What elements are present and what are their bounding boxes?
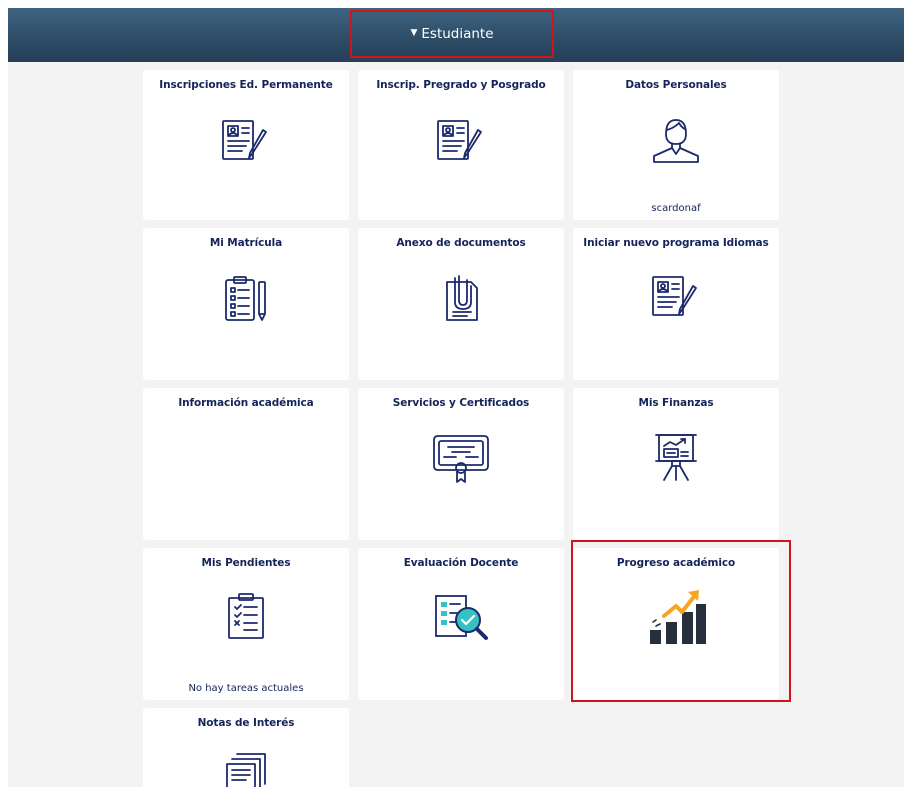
form-pencil-icon (435, 118, 487, 166)
student-portal: ▼ Estudiante Inscripciones Ed. Permanent… (8, 8, 904, 787)
tile-inscripciones-ed-permanente[interactable]: Inscripciones Ed. Permanente (143, 70, 349, 220)
growth-chart-icon (644, 588, 708, 650)
tile-servicios-y-certificados[interactable]: Servicios y Certificados (358, 388, 564, 540)
tile-title: Progreso académico (616, 557, 736, 569)
estudiante-label: Estudiante (421, 26, 494, 42)
tile-mis-pendientes[interactable]: Mis Pendientes No hay tareas actuales (143, 548, 349, 700)
form-pencil-icon (650, 274, 702, 322)
tile-informacion-academica[interactable]: Información académica (143, 388, 349, 540)
tile-anexo-de-documentos[interactable]: Anexo de documentos (358, 228, 564, 380)
tile-title: Notas de Interés (197, 717, 295, 729)
header-bar: ▼ Estudiante (8, 8, 904, 62)
tile-title: Inscrip. Pregrado y Posgrado (376, 79, 546, 91)
tile-iniciar-nuevo-programa-idiomas[interactable]: Iniciar nuevo programa Idiomas (573, 228, 779, 380)
tile-evaluacion-docente[interactable]: Evaluación Docente (358, 548, 564, 700)
tile-title: Iniciar nuevo programa Idiomas (583, 237, 769, 249)
clipboard-list-pen-icon (222, 274, 270, 328)
user-profile-icon (648, 114, 704, 170)
tile-notas-de-interes[interactable]: Notas de Interés (143, 708, 349, 787)
tile-datos-personales[interactable]: Datos Personales scardonaf (573, 70, 779, 220)
tile-title: Datos Personales (625, 79, 727, 91)
stacked-documents-icon (221, 750, 271, 787)
tile-title: Mis Finanzas (638, 397, 714, 409)
tile-title: Mis Pendientes (201, 557, 291, 569)
tile-mis-finanzas[interactable]: Mis Finanzas (573, 388, 779, 540)
paperclip-document-icon (439, 272, 483, 328)
tile-title: Servicios y Certificados (392, 397, 530, 409)
certificate-icon (430, 432, 492, 490)
form-pencil-icon (220, 118, 272, 166)
tile-mi-matricula[interactable]: Mi Matrícula (143, 228, 349, 380)
tile-title: Anexo de documentos (396, 237, 526, 249)
username-label: scardonaf (651, 203, 701, 214)
no-tasks-label: No hay tareas actuales (188, 683, 304, 694)
checklist-icon (224, 590, 268, 646)
tile-title: Mi Matrícula (209, 237, 283, 249)
tile-progreso-academico[interactable]: Progreso académico (573, 548, 779, 700)
presentation-board-icon (652, 430, 700, 488)
evaluation-magnifier-icon (428, 590, 494, 650)
tile-title: Inscripciones Ed. Permanente (159, 79, 333, 91)
tile-inscrip-pregrado-posgrado[interactable]: Inscrip. Pregrado y Posgrado (358, 70, 564, 220)
tile-title: Información académica (178, 397, 314, 409)
tile-title: Evaluación Docente (403, 557, 519, 569)
caret-down-icon: ▼ (410, 28, 418, 38)
estudiante-toggle[interactable]: ▼ Estudiante (350, 10, 554, 58)
